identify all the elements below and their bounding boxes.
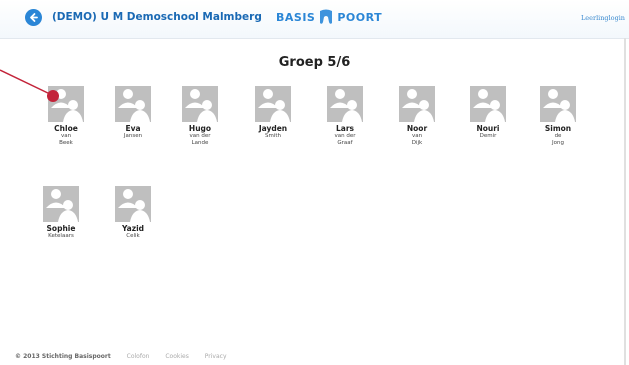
pupil-last-name: Smith xyxy=(264,133,282,139)
back-button[interactable] xyxy=(25,9,42,26)
pupil-card[interactable]: Yazid Celik xyxy=(103,186,163,240)
group-title: Groep 5/6 xyxy=(278,55,351,70)
pupil-first-name: Lars xyxy=(335,124,354,133)
pupil-first-name: Chloe xyxy=(54,124,78,133)
avatar-placeholder xyxy=(470,86,506,122)
arrow-left-icon xyxy=(30,13,38,22)
pupil-last-name: Celik xyxy=(126,233,140,239)
pupil-last-name: Demir xyxy=(479,133,497,139)
avatar-placeholder xyxy=(48,86,84,122)
logo-text-left: BASIS xyxy=(276,11,316,24)
basispoort-logo: BASIS POORT xyxy=(276,9,382,26)
user-silhouette-icon xyxy=(473,89,505,122)
avatar-placeholder xyxy=(327,86,363,122)
top-bar: (DEMO) U M Demoschool Malmberg BASIS POO… xyxy=(0,0,629,39)
user-silhouette-icon xyxy=(543,89,575,122)
pupil-first-name: Simon xyxy=(544,124,572,133)
logo-text-right: POORT xyxy=(337,11,383,24)
pupil-card[interactable]: Chloe van Beek xyxy=(36,86,96,146)
user-silhouette-icon xyxy=(185,89,217,122)
user-silhouette-icon xyxy=(402,89,434,122)
avatar-placeholder xyxy=(182,86,218,122)
footer-link-privacy[interactable]: Privacy xyxy=(205,353,227,360)
leerling-login-link[interactable]: Leerlinglogin xyxy=(581,14,625,22)
pupil-card[interactable]: Jayden Smith xyxy=(243,86,303,140)
avatar-placeholder xyxy=(115,186,151,222)
pupil-last-name: van Beek xyxy=(59,133,73,146)
avatar-placeholder xyxy=(255,86,291,122)
pupil-card[interactable]: Sophie Ketelaars xyxy=(31,186,91,240)
pupil-card[interactable]: Simon de Jong xyxy=(528,86,588,146)
pupil-card[interactable]: Hugo van der Lande xyxy=(170,86,230,146)
footer: © 2013 Stichting Basispoort Colofon Cook… xyxy=(15,353,241,360)
pupil-first-name: Jayden xyxy=(258,124,288,133)
pupil-first-name: Nouri xyxy=(476,124,500,133)
pupil-first-name: Yazid xyxy=(121,224,145,233)
avatar-placeholder xyxy=(43,186,79,222)
pupil-last-name: Jansen xyxy=(123,133,143,139)
pupil-last-name: van der Graaf xyxy=(334,133,356,146)
pupil-card[interactable]: Lars van der Graaf xyxy=(315,86,375,146)
avatar-placeholder xyxy=(399,86,435,122)
user-silhouette-icon xyxy=(118,89,150,122)
pupil-first-name: Hugo xyxy=(188,124,212,133)
school-name: (DEMO) U M Demoschool Malmberg xyxy=(52,11,262,23)
pupil-card[interactable]: Nouri Demir xyxy=(458,86,518,140)
pupil-first-name: Sophie xyxy=(46,224,76,233)
user-silhouette-icon xyxy=(330,89,362,122)
pupil-last-name: van der Lande xyxy=(189,133,211,146)
pupil-last-name: van Dijk xyxy=(411,133,423,146)
pupil-last-name: de Jong xyxy=(552,133,564,146)
footer-copyright: © 2013 Stichting Basispoort xyxy=(15,353,111,360)
pupil-card[interactable]: Eva Jansen xyxy=(103,86,163,140)
pupil-first-name: Eva xyxy=(125,124,141,133)
pupil-last-name: Ketelaars xyxy=(48,233,74,239)
user-silhouette-icon xyxy=(118,189,150,222)
user-silhouette-icon xyxy=(258,89,290,122)
user-silhouette-icon xyxy=(51,89,83,122)
pupil-card[interactable]: Noor van Dijk xyxy=(387,86,447,146)
avatar-placeholder xyxy=(115,86,151,122)
user-silhouette-icon xyxy=(46,189,78,222)
footer-link-colofon[interactable]: Colofon xyxy=(127,353,150,360)
scroll-edge xyxy=(624,38,626,365)
avatar-placeholder xyxy=(540,86,576,122)
footer-link-cookies[interactable]: Cookies xyxy=(165,353,189,360)
tooth-logo-icon xyxy=(320,9,333,24)
pupil-first-name: Noor xyxy=(406,124,428,133)
